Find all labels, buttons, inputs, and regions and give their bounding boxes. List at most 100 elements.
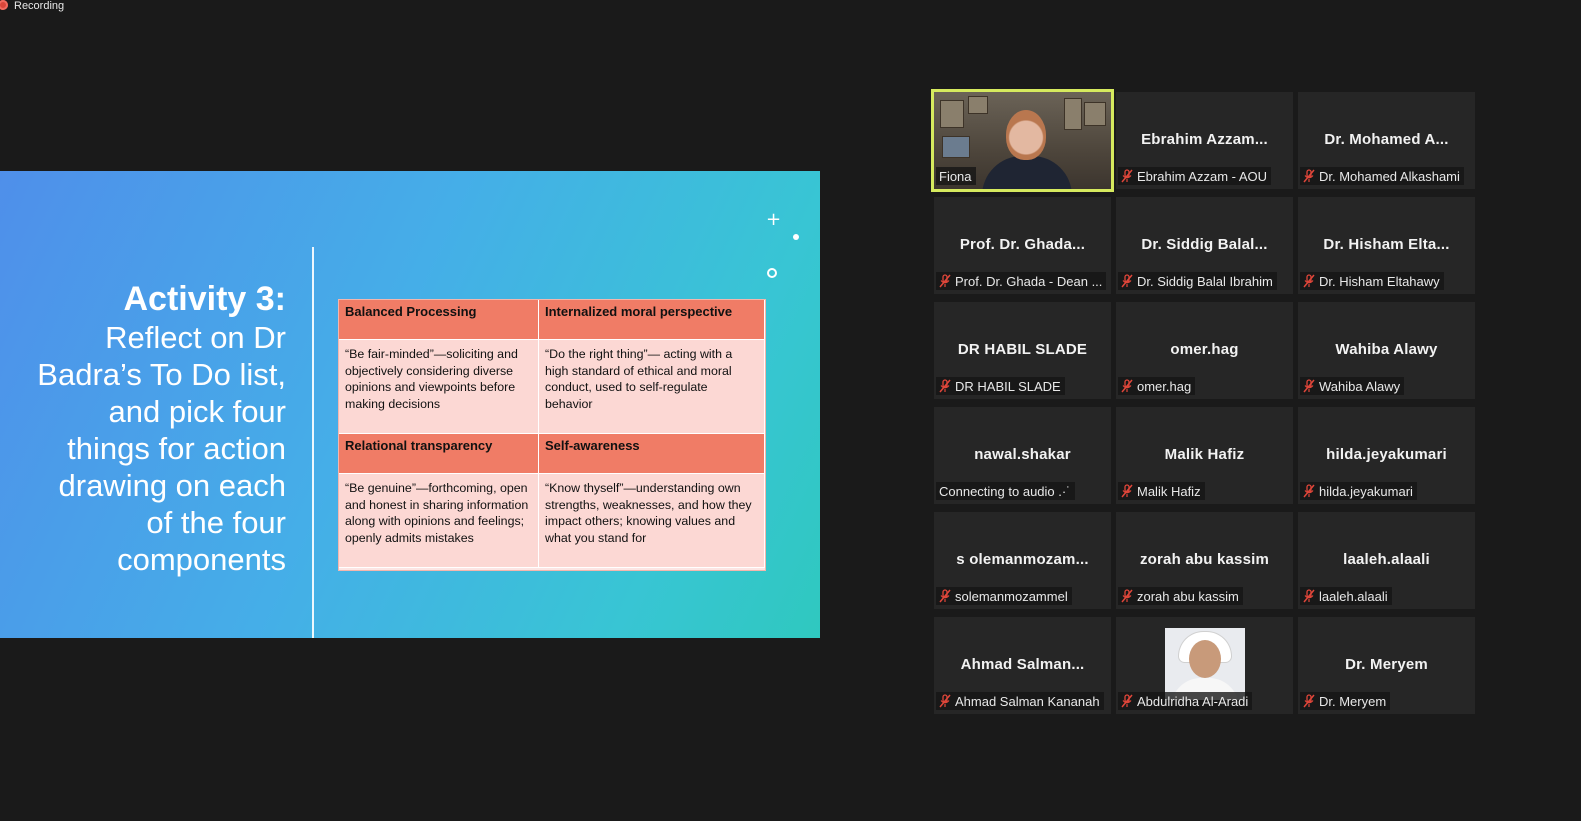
participant-display-name: Prof. Dr. Ghada... xyxy=(959,236,1086,253)
mic-muted-icon xyxy=(1121,589,1133,603)
participant-tile[interactable]: Ahmad Salman... Ahmad Salman Kananah xyxy=(934,617,1111,714)
participant-label-text: Malik Hafiz xyxy=(1137,483,1201,499)
slide-title-line: things for action xyxy=(67,431,286,466)
mic-muted-icon xyxy=(1303,379,1315,393)
participant-display-name: nawal.shakar xyxy=(974,446,1071,463)
participant-tile[interactable]: Dr. Siddig Balal... Dr. Siddig Balal Ibra… xyxy=(1116,197,1293,294)
participant-tile[interactable]: Abdulridha Al-Aradi xyxy=(1116,617,1293,714)
participant-tile[interactable]: Dr. Meryem Dr. Meryem xyxy=(1298,617,1475,714)
participant-name-label: Dr. Siddig Balal Ibrahim xyxy=(1118,272,1277,290)
participant-display-name: zorah abu kassim xyxy=(1139,551,1270,568)
participant-tile[interactable]: nawal.shakar Connecting to audio .·˙ xyxy=(934,407,1111,504)
participant-tile[interactable]: Dr. Hisham Elta... Dr. Hisham Eltahawy xyxy=(1298,197,1475,294)
mic-muted-icon xyxy=(939,274,951,288)
participant-name-label: Ahmad Salman Kananah xyxy=(936,692,1104,710)
participant-name-label: zorah abu kassim xyxy=(1118,587,1243,605)
mic-muted-icon xyxy=(1121,274,1133,288)
participant-name-label: Connecting to audio .·˙ xyxy=(936,482,1075,500)
participant-name-label: Dr. Hisham Eltahawy xyxy=(1300,272,1444,290)
participant-tile[interactable]: Prof. Dr. Ghada... Prof. Dr. Ghada - Dean… xyxy=(934,197,1111,294)
mic-muted-icon xyxy=(1303,274,1315,288)
participant-name-label: Abdulridha Al-Aradi xyxy=(1118,692,1253,710)
participant-tile[interactable]: Ebrahim Azzam... Ebrahim Azzam - AOU xyxy=(1116,92,1293,189)
table-cell: “Do the right thing”— acting with a high… xyxy=(539,340,765,434)
participant-display-name: Ebrahim Azzam... xyxy=(1141,131,1268,148)
participant-name-label: hilda.jeyakumari xyxy=(1300,482,1417,500)
slide-title: Activity 3: Reflect on Dr Badra’s To Do … xyxy=(6,279,286,578)
slide-title-line: Reflect on Dr xyxy=(105,320,286,355)
participant-label-text: solemanmozammel xyxy=(955,588,1068,604)
participant-tile[interactable]: Malik Hafiz Malik Hafiz xyxy=(1116,407,1293,504)
table-header-cell: Internalized moral perspective xyxy=(539,300,765,340)
participant-display-name: Wahiba Alawy xyxy=(1335,341,1438,358)
slide-title-line: of the four xyxy=(146,505,286,540)
participant-label-text: omer.hag xyxy=(1137,378,1192,394)
mic-muted-icon xyxy=(1121,169,1133,183)
slide-title-line: components xyxy=(117,542,286,577)
participant-tile[interactable]: Wahiba Alawy Wahiba Alawy xyxy=(1298,302,1475,399)
plus-decoration-icon: + xyxy=(766,209,782,230)
participant-name-label: Malik Hafiz xyxy=(1118,482,1205,500)
participant-label-text: Abdulridha Al-Aradi xyxy=(1137,693,1249,709)
recording-label: Recording xyxy=(14,0,65,12)
participant-tile[interactable]: laaleh.alaali laaleh.alaali xyxy=(1298,512,1475,609)
participant-name-label: laaleh.alaali xyxy=(1300,587,1392,605)
dot-decoration-icon xyxy=(793,234,799,240)
participant-label-text: hilda.jeyakumari xyxy=(1319,483,1413,499)
participant-display-name: hilda.jeyakumari xyxy=(1326,446,1447,463)
participant-tile[interactable]: omer.hag omer.hag xyxy=(1116,302,1293,399)
table-cell: “Be fair-minded”—soliciting and objectiv… xyxy=(339,340,539,434)
participant-label-text: DR HABIL SLADE xyxy=(955,378,1061,394)
table-cell: “Be genuine”—forthcoming, open and hones… xyxy=(339,474,539,568)
participant-tile[interactable]: s olemanmozam... solemanmozammel xyxy=(934,512,1111,609)
mic-muted-icon xyxy=(1303,589,1315,603)
mic-muted-icon xyxy=(939,379,951,393)
participant-gallery: Fiona Ebrahim Azzam... Ebrahim Azzam - AOU… xyxy=(931,89,1475,714)
participant-label-text: Fiona xyxy=(939,168,972,184)
participant-avatar xyxy=(1165,628,1245,700)
mic-muted-icon xyxy=(1303,484,1315,498)
participant-label-text: laaleh.alaali xyxy=(1319,588,1388,604)
participant-tile[interactable]: Dr. Mohamed A... Dr. Mohamed Alkashami xyxy=(1298,92,1475,189)
participant-name-label: Dr. Mohamed Alkashami xyxy=(1300,167,1464,185)
mic-muted-icon xyxy=(1121,379,1133,393)
participant-label-text: Ebrahim Azzam - AOU xyxy=(1137,168,1268,184)
record-icon xyxy=(0,0,8,10)
mic-muted-icon xyxy=(1303,169,1315,183)
participant-tile[interactable]: hilda.jeyakumari hilda.jeyakumari xyxy=(1298,407,1475,504)
participant-display-name: laaleh.alaali xyxy=(1343,551,1430,568)
meeting-window: Recording Activity 3: Reflect on Dr Badr… xyxy=(0,0,1581,821)
participant-display-name: omer.hag xyxy=(1170,341,1239,358)
participant-display-name: Malik Hafiz xyxy=(1164,446,1245,463)
participant-label-text: Dr. Siddig Balal Ibrahim xyxy=(1137,273,1273,289)
participant-label-text: zorah abu kassim xyxy=(1137,588,1239,604)
participant-tile[interactable]: zorah abu kassim zorah abu kassim xyxy=(1116,512,1293,609)
participant-name-label: Ebrahim Azzam - AOU xyxy=(1118,167,1272,185)
mic-muted-icon xyxy=(939,694,951,708)
slide-title-line: and pick four xyxy=(108,394,287,429)
participant-display-name: Dr. Meryem xyxy=(1345,656,1428,673)
participant-label-text: Ahmad Salman Kananah xyxy=(955,693,1100,709)
slide-title-line: Badra’s To Do list, xyxy=(37,357,286,392)
participant-label-text: Wahiba Alawy xyxy=(1319,378,1401,394)
participant-tile[interactable]: DR HABIL SLADE DR HABIL SLADE xyxy=(934,302,1111,399)
participant-display-name: s olemanmozam... xyxy=(956,551,1089,568)
components-table: Balanced Processing Internalized moral pe… xyxy=(338,299,766,571)
table-header-cell: Balanced Processing xyxy=(339,300,539,340)
participant-display-name: Dr. Mohamed A... xyxy=(1324,131,1449,148)
slide-title-line: drawing on each xyxy=(58,468,287,503)
participant-name-label: Prof. Dr. Ghada - Dean ... xyxy=(936,272,1107,290)
participant-name-label: DR HABIL SLADE xyxy=(936,377,1065,395)
participant-name-label: Dr. Meryem xyxy=(1300,692,1391,710)
participant-display-name: Dr. Hisham Elta... xyxy=(1323,236,1450,253)
participant-label-text: Prof. Dr. Ghada - Dean ... xyxy=(955,273,1103,289)
table-header-cell: Relational transparency xyxy=(339,434,539,474)
recording-indicator[interactable]: Recording xyxy=(0,0,64,12)
shared-screen-slide: Activity 3: Reflect on Dr Badra’s To Do … xyxy=(0,171,820,638)
slide-title-heading: Activity 3: xyxy=(123,280,287,318)
mic-muted-icon xyxy=(1121,484,1133,498)
participant-tile[interactable]: Fiona xyxy=(931,89,1114,192)
participant-label-text: Dr. Meryem xyxy=(1319,693,1387,709)
mic-muted-icon xyxy=(939,589,951,603)
participant-display-name: DR HABIL SLADE xyxy=(957,341,1088,358)
